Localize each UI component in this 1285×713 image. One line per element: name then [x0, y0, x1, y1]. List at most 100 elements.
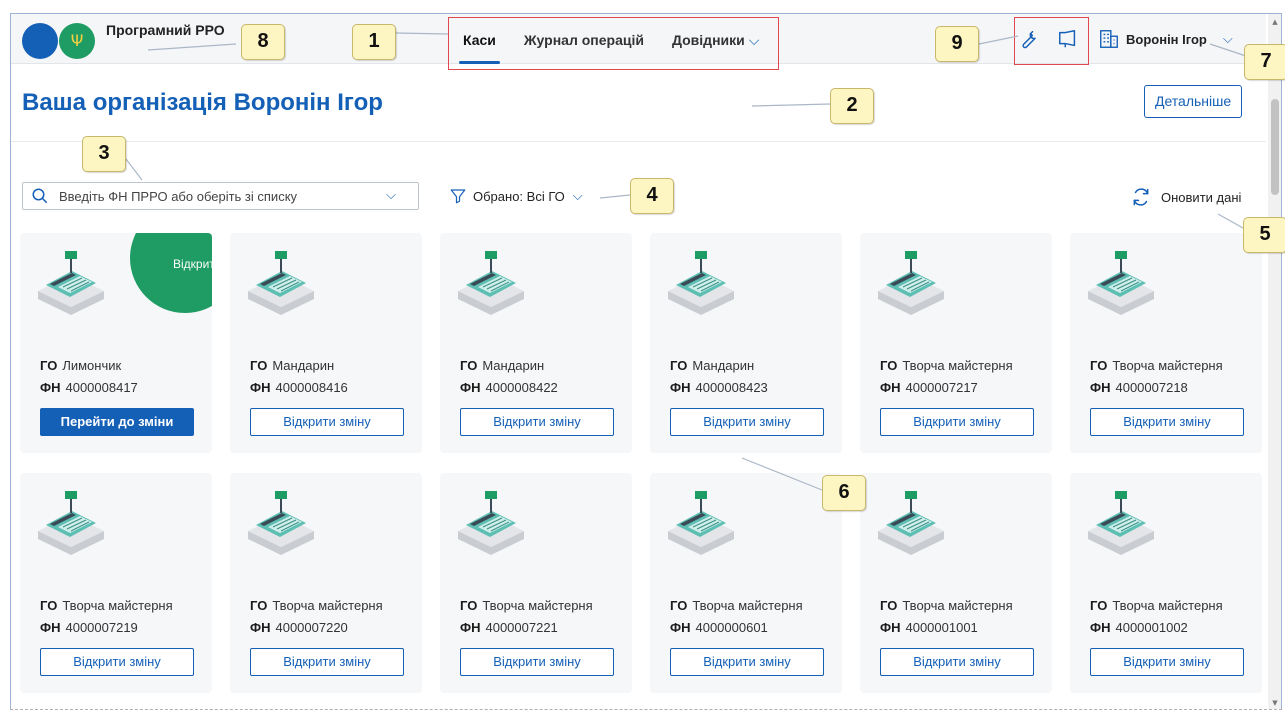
page-title: Ваша організація Воронін Ігор [22, 89, 383, 116]
open-shift-button[interactable]: Відкрити зміну [250, 408, 404, 436]
open-shift-button[interactable]: Відкрити зміну [880, 648, 1034, 676]
cash-register-icon [36, 251, 106, 321]
cash-register-card: ГО Мандарин ФН 4000008416 Відкрити зміну [230, 233, 422, 453]
open-shift-button[interactable]: Відкрити зміну [670, 408, 824, 436]
fn-label: ФН [880, 620, 901, 635]
fn-number: 4000007221 [485, 620, 558, 635]
go-name: Творча майстерня [482, 598, 593, 613]
details-button[interactable]: Детальніше [1144, 85, 1243, 118]
cash-register-card: ГО Творча майстерня ФН 4000007218 Відкрити з… [1070, 233, 1262, 453]
card-go-line: ГО Творча майстерня [1090, 358, 1223, 373]
card-fn-line: ФН 4000007218 [1090, 380, 1188, 395]
card-fn-line: ФН 4000001001 [880, 620, 978, 635]
status-badge: Відкрита [130, 233, 212, 313]
go-label: ГО [880, 598, 898, 613]
fn-number: 4000008422 [485, 380, 558, 395]
highlight-box-nav [448, 17, 779, 70]
callout-6: 6 [822, 475, 866, 511]
go-filter[interactable]: Обрано: Всі ГО ⌵ [449, 187, 583, 205]
open-shift-button[interactable]: Відкрити зміну [670, 648, 824, 676]
search-field[interactable]: ⌵ [22, 182, 419, 210]
card-fn-line: ФН 4000007219 [40, 620, 138, 635]
callout-7: 7 [1244, 44, 1285, 80]
fn-label: ФН [670, 620, 691, 635]
cash-register-card: ГО Творча майстерня ФН 4000007217 Відкрити з… [860, 233, 1052, 453]
app-window: Ψ Програмний РРО Каси Журнал операцій До… [10, 13, 1282, 710]
fn-label: ФН [880, 380, 901, 395]
go-name: Мандарин [692, 358, 755, 373]
user-menu[interactable]: Воронін Ігор ⌵ [1098, 28, 1233, 50]
fn-number: 4000001002 [1115, 620, 1188, 635]
open-shift-button[interactable]: Відкрити зміну [880, 408, 1034, 436]
open-shift-button[interactable]: Відкрити зміну [1090, 648, 1244, 676]
fn-number: 4000008417 [65, 380, 138, 395]
go-label: ГО [1090, 598, 1108, 613]
fn-label: ФН [1090, 380, 1111, 395]
go-name: Мандарин [272, 358, 335, 373]
callout-9: 9 [935, 26, 979, 62]
card-go-line: ГО Мандарин [250, 358, 334, 373]
cash-register-card: ГО Творча майстерня ФН 4000007220 Відкрити з… [230, 473, 422, 693]
open-shift-button[interactable]: Відкрити зміну [460, 408, 614, 436]
card-go-line: ГО Творча майстерня [880, 598, 1013, 613]
logo-blue-circle [22, 23, 58, 59]
card-go-line: ГО Творча майстерня [40, 598, 173, 613]
callout-3: 3 [82, 136, 126, 172]
cash-register-card: ГО Творча майстерня ФН 4000007221 Відкрити з… [440, 473, 632, 693]
go-label: ГО [1090, 358, 1108, 373]
cash-register-icon [456, 251, 526, 321]
chevron-down-icon: ⌵ [1222, 31, 1233, 46]
card-go-line: ГО Творча майстерня [670, 598, 803, 613]
go-label: ГО [670, 358, 688, 373]
go-name: Творча майстерня [272, 598, 383, 613]
card-fn-line: ФН 4000008416 [250, 380, 348, 395]
scroll-thumb[interactable] [1271, 99, 1279, 195]
refresh-icon [1133, 188, 1149, 206]
go-label: ГО [460, 598, 478, 613]
open-shift-button[interactable]: Відкрити зміну [40, 648, 194, 676]
go-label: ГО [250, 358, 268, 373]
go-name: Творча майстерня [692, 598, 803, 613]
cash-register-icon [246, 491, 316, 561]
fn-label: ФН [670, 380, 691, 395]
go-name: Мандарин [482, 358, 545, 373]
organization-icon [1100, 30, 1118, 48]
search-input[interactable] [59, 186, 379, 206]
cash-register-icon [456, 491, 526, 561]
fn-number: 4000001001 [905, 620, 978, 635]
scroll-down-icon[interactable]: ▼ [1271, 699, 1279, 707]
go-name: Творча майстерня [1112, 358, 1223, 373]
go-name: Лимончик [62, 358, 122, 373]
refresh-button[interactable]: Оновити дані [1131, 187, 1241, 207]
fn-number: 4000000601 [695, 620, 768, 635]
callout-2: 2 [830, 88, 874, 124]
go-name: Творча майстерня [902, 598, 1013, 613]
filter-icon [450, 189, 466, 204]
go-label: ГО [250, 598, 268, 613]
fn-label: ФН [40, 380, 61, 395]
cash-register-icon [246, 251, 316, 321]
trident-logo-icon: Ψ [59, 23, 95, 59]
status-badge-label: Відкрита [173, 257, 212, 271]
fn-number: 4000007217 [905, 380, 978, 395]
fn-label: ФН [1090, 620, 1111, 635]
open-shift-button[interactable]: Відкрити зміну [1090, 408, 1244, 436]
scroll-up-icon[interactable]: ▲ [1271, 18, 1279, 26]
chevron-down-icon[interactable]: ⌵ [386, 188, 396, 203]
fn-number: 4000007220 [275, 620, 348, 635]
open-shift-button[interactable]: Відкрити зміну [250, 648, 404, 676]
fn-number: 4000007219 [65, 620, 138, 635]
vertical-scrollbar[interactable]: ▲ ▼ [1268, 14, 1281, 709]
filter-label: Обрано: Всі ГО [473, 188, 565, 204]
cash-register-card: ГО Творча майстерня ФН 4000007219 Відкрити з… [20, 473, 212, 693]
go-label: ГО [40, 598, 58, 613]
cash-register-icon [666, 251, 736, 321]
go-to-shift-button[interactable]: Перейти до зміни [40, 408, 194, 436]
open-shift-button[interactable]: Відкрити зміну [460, 648, 614, 676]
cash-register-card: ГО Творча майстерня ФН 4000001002 Відкрити з… [1070, 473, 1262, 693]
card-fn-line: ФН 4000008417 [40, 380, 138, 395]
card-fn-line: ФН 4000008423 [670, 380, 768, 395]
cash-register-card: ГО Творча майстерня ФН 4000001001 Відкрити з… [860, 473, 1052, 693]
callout-5: 5 [1243, 217, 1285, 253]
fn-number: 4000008416 [275, 380, 348, 395]
